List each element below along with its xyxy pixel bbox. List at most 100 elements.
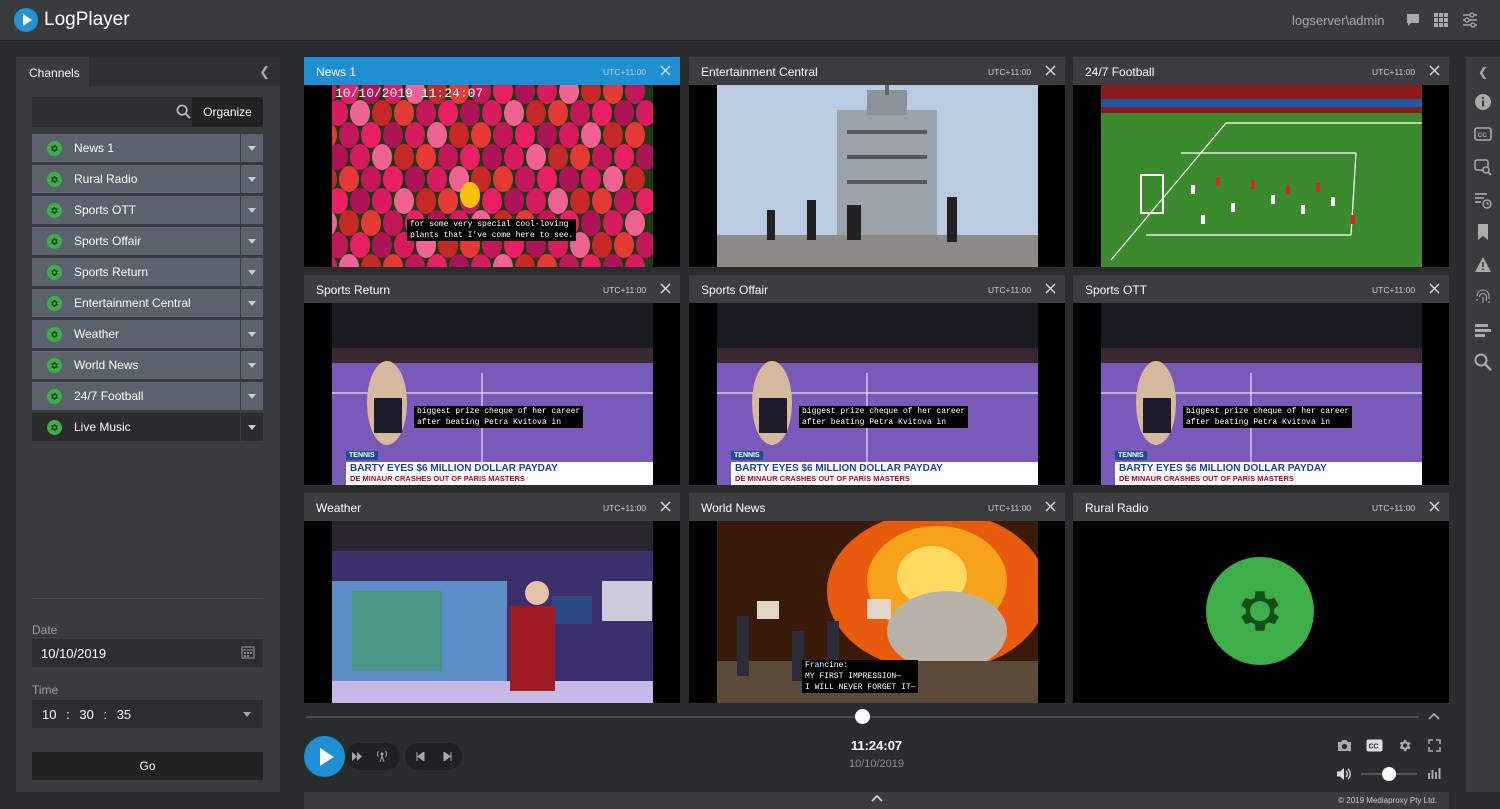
close-icon[interactable]	[1045, 501, 1056, 512]
fast-forward-icon[interactable]	[352, 752, 362, 761]
tile-header[interactable]: 24/7 Football UTC+11:00	[1073, 57, 1449, 85]
user-name[interactable]: logserver\admin	[1292, 13, 1385, 28]
channel-item-main[interactable]: Live Music	[32, 413, 240, 441]
channel-tile[interactable]: Sports Offair UTC+11:00 biggest prize cheq…	[689, 275, 1065, 485]
closed-captions-icon[interactable]: CC	[1366, 739, 1383, 752]
video-preview[interactable]: biggest prize cheque of her career after…	[332, 303, 653, 485]
channel-item-main[interactable]: 24/7 Football	[32, 382, 240, 410]
channel-item-main[interactable]: Sports Return	[32, 258, 240, 286]
close-icon[interactable]	[660, 501, 671, 512]
channel-tile[interactable]: World News UTC+11:00 Francine: MY FIRST IM…	[689, 493, 1065, 703]
channel-item[interactable]: 24/7 Football	[32, 382, 263, 410]
segments-icon[interactable]	[1474, 321, 1492, 339]
channel-item-main[interactable]: Weather	[32, 320, 240, 348]
channel-tile[interactable]: 24/7 Football UTC+11:00	[1073, 57, 1449, 267]
channel-dropdown-button[interactable]	[241, 134, 263, 162]
video-preview[interactable]	[1073, 521, 1449, 703]
channel-dropdown-button[interactable]	[241, 196, 263, 224]
search-icon[interactable]	[1474, 353, 1492, 371]
channel-dropdown-button[interactable]	[241, 165, 263, 193]
channel-tile[interactable]: News 1 UTC+11:00 10/10/2019 11:24:07 for so…	[304, 57, 680, 267]
playlist-clock-icon[interactable]	[1474, 191, 1492, 209]
tile-header[interactable]: World News UTC+11:00	[689, 493, 1065, 521]
organize-button[interactable]: Organize	[192, 97, 263, 127]
audio-levels-icon[interactable]	[1428, 767, 1441, 779]
search-icon[interactable]	[176, 104, 191, 119]
collapse-panel-icon[interactable]: ❮	[259, 64, 270, 80]
channel-item-main[interactable]: Rural Radio	[32, 165, 240, 193]
video-preview[interactable]: biggest prize cheque of her career after…	[717, 303, 1038, 485]
collapse-sidebar-icon[interactable]: ❮	[1478, 65, 1488, 79]
channel-dropdown-button[interactable]	[241, 258, 263, 286]
channel-tile[interactable]: Weather UTC+11:00	[304, 493, 680, 703]
channel-item[interactable]: News 1	[32, 134, 263, 162]
time-hours[interactable]: 10	[42, 707, 56, 722]
close-icon[interactable]	[1045, 65, 1056, 76]
time-seconds[interactable]: 35	[117, 707, 131, 722]
closed-captions-icon[interactable]: CC	[1474, 125, 1492, 143]
video-preview[interactable]: Francine: MY FIRST IMPRESSION— I WILL NE…	[717, 521, 1038, 703]
tile-header[interactable]: Weather UTC+11:00	[304, 493, 680, 521]
caption-search-icon[interactable]	[1474, 158, 1492, 176]
chevron-up-icon[interactable]	[871, 794, 883, 803]
channel-dropdown-button[interactable]	[241, 413, 263, 441]
channel-item[interactable]: World News	[32, 351, 263, 379]
channel-dropdown-button[interactable]	[241, 382, 263, 410]
channel-dropdown-button[interactable]	[241, 320, 263, 348]
video-preview[interactable]	[332, 521, 653, 703]
date-field[interactable]: 10/10/2019	[32, 639, 263, 667]
channel-tile[interactable]: Sports OTT UTC+11:00 biggest prize cheque …	[1073, 275, 1449, 485]
live-broadcast-icon[interactable]	[375, 749, 389, 763]
channel-dropdown-button[interactable]	[241, 289, 263, 317]
channel-item-main[interactable]: Sports Offair	[32, 227, 240, 255]
channel-item-main[interactable]: World News	[32, 351, 240, 379]
channel-tile[interactable]: Rural Radio UTC+11:00	[1073, 493, 1449, 703]
channel-tile[interactable]: Entertainment Central UTC+11:00	[689, 57, 1065, 267]
tab-channels[interactable]: Channels	[16, 57, 89, 86]
channel-item-main[interactable]: News 1	[32, 134, 240, 162]
step-back-icon[interactable]	[416, 752, 425, 761]
close-icon[interactable]	[660, 65, 671, 76]
chevron-up-icon[interactable]	[1428, 711, 1440, 721]
channel-item[interactable]: Live Music	[32, 413, 263, 441]
settings-sliders-icon[interactable]	[1462, 12, 1478, 28]
close-icon[interactable]	[1429, 283, 1440, 294]
video-preview[interactable]: biggest prize cheque of her career after…	[1101, 303, 1422, 485]
tile-header[interactable]: Sports OTT UTC+11:00	[1073, 275, 1449, 303]
close-icon[interactable]	[1045, 283, 1056, 294]
timeline-scrubber[interactable]	[855, 709, 870, 724]
tile-header[interactable]: Sports Return UTC+11:00	[304, 275, 680, 303]
channel-dropdown-button[interactable]	[241, 351, 263, 379]
video-preview[interactable]	[1101, 85, 1422, 267]
warning-icon[interactable]	[1474, 256, 1492, 274]
tile-header[interactable]: Sports Offair UTC+11:00	[689, 275, 1065, 303]
volume-knob[interactable]	[1382, 767, 1396, 781]
video-preview[interactable]	[717, 85, 1038, 267]
tile-header[interactable]: Entertainment Central UTC+11:00	[689, 57, 1065, 85]
app-logo[interactable]: LogPlayer	[14, 8, 130, 32]
calendar-icon[interactable]	[241, 645, 255, 659]
channel-item[interactable]: Weather	[32, 320, 263, 348]
fullscreen-icon[interactable]	[1428, 739, 1441, 752]
tile-header[interactable]: News 1 UTC+11:00	[304, 57, 680, 85]
close-icon[interactable]	[1429, 501, 1440, 512]
video-preview[interactable]: 10/10/2019 11:24:07 for some very special…	[332, 85, 653, 267]
bookmark-icon[interactable]	[1474, 223, 1492, 241]
chat-icon[interactable]	[1405, 12, 1421, 28]
channel-item[interactable]: Rural Radio	[32, 165, 263, 193]
channel-item[interactable]: Sports Return	[32, 258, 263, 286]
channel-item-main[interactable]: Sports OTT	[32, 196, 240, 224]
tile-header[interactable]: Rural Radio UTC+11:00	[1073, 493, 1449, 521]
go-button[interactable]: Go	[32, 752, 263, 780]
channel-item-main[interactable]: Entertainment Central	[32, 289, 240, 317]
chevron-down-icon[interactable]	[243, 712, 251, 717]
gear-icon[interactable]	[1397, 738, 1412, 753]
channel-item[interactable]: Sports Offair	[32, 227, 263, 255]
channel-item[interactable]: Sports OTT	[32, 196, 263, 224]
time-field[interactable]: 10 : 30 : 35	[32, 700, 263, 728]
close-icon[interactable]	[660, 283, 671, 294]
grid-icon[interactable]	[1433, 12, 1449, 28]
channel-tile[interactable]: Sports Return UTC+11:00 biggest prize cheq…	[304, 275, 680, 485]
info-icon[interactable]	[1474, 93, 1492, 111]
time-minutes[interactable]: 30	[79, 707, 93, 722]
